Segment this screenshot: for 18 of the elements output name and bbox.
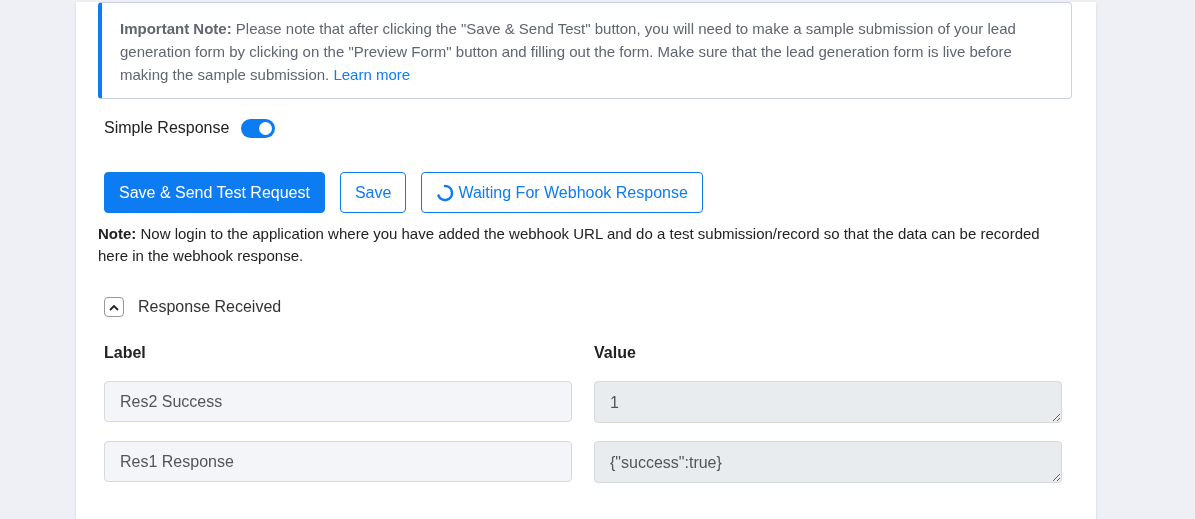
- learn-more-link[interactable]: Learn more: [333, 66, 411, 83]
- value-field[interactable]: {"success":true}: [594, 441, 1062, 483]
- chevron-up-icon: [109, 303, 119, 311]
- toggle-switch[interactable]: [241, 118, 276, 138]
- value-field[interactable]: 1: [594, 381, 1062, 423]
- save-button[interactable]: Save: [339, 172, 407, 213]
- help-note: Note: Now login to the application where you have added the webhook URL and do a test submission/record so that the data can be recorded here in the webhook response.: [98, 224, 1041, 266]
- toggle-label: Simple Response: [104, 118, 230, 138]
- waiting-button[interactable]: Waiting For Webhook Response: [421, 172, 703, 213]
- send-test-button[interactable]: Save & Send Test Request: [104, 172, 325, 213]
- section-title: Response Received: [138, 297, 282, 317]
- label-field[interactable]: Res2 Success: [104, 381, 572, 422]
- column-header: Label: [104, 343, 147, 363]
- column-header: Value: [594, 343, 637, 363]
- label-field[interactable]: Res1 Response: [104, 441, 572, 482]
- important-note: Important Note: Please note that after clicking the "Save & Send Test" button, you will need to make a sample submission of your lead generation form by clicking on the "Preview Form" button and filling out the form. Make sure that the lead generation form is live before making the sample submission. Learn more: [120, 19, 1017, 85]
- spinner-icon: [436, 183, 455, 202]
- collapse-toggle[interactable]: [104, 297, 124, 317]
